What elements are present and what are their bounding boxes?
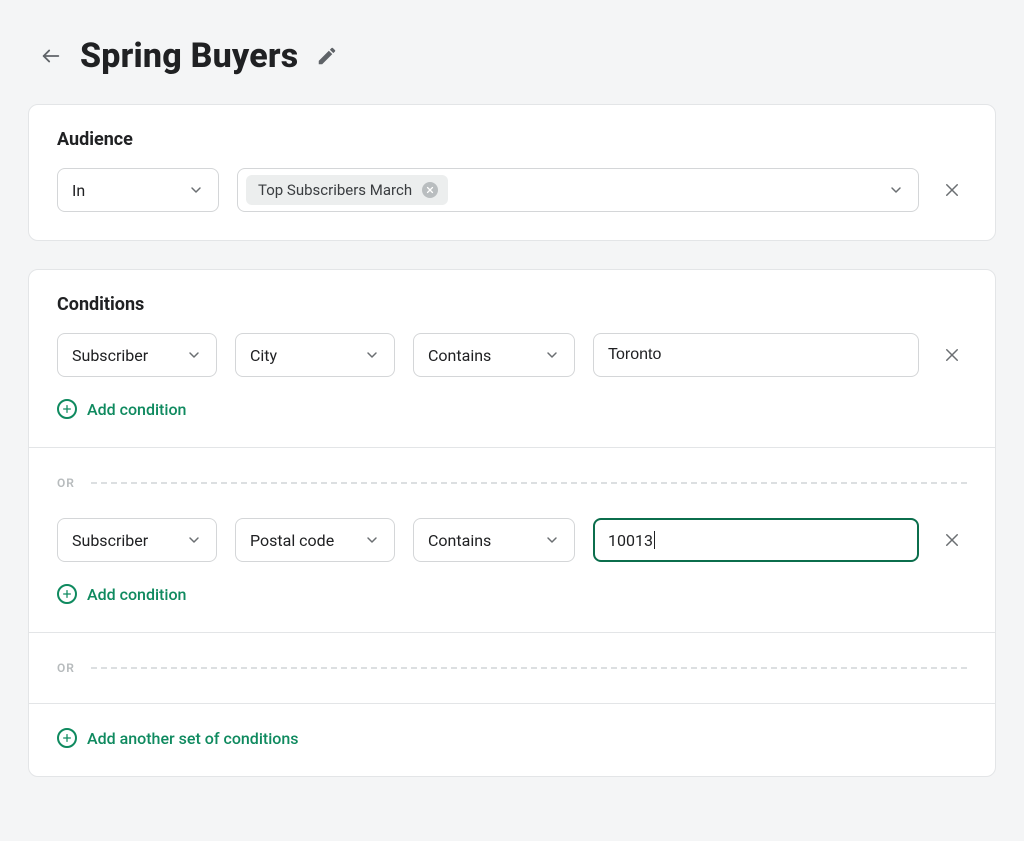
conditions-section-label: Conditions (57, 294, 967, 315)
condition-operator-value: Contains (428, 346, 491, 365)
plus-circle-icon (57, 584, 77, 604)
or-label: OR (57, 661, 75, 675)
chevron-down-icon (186, 532, 202, 548)
divider-line (91, 482, 967, 484)
chevron-down-icon (544, 347, 560, 363)
audience-chip: Top Subscribers March (246, 175, 448, 205)
audience-operator-select[interactable]: In (57, 168, 219, 212)
condition-field-value: Postal code (250, 531, 334, 550)
condition-row: Subscriber Postal code Contains 10013 (57, 518, 967, 562)
audience-card: Audience In Top Subscribers March (28, 104, 996, 241)
add-condition-label: Add condition (87, 400, 186, 419)
chevron-down-icon (364, 347, 380, 363)
conditions-card: Conditions Subscriber City Contains (28, 269, 996, 777)
add-condition-label: Add condition (87, 585, 186, 604)
condition-operator-select[interactable]: Contains (413, 333, 575, 377)
chevron-down-icon (186, 347, 202, 363)
or-divider: OR (29, 632, 995, 675)
page-header: Spring Buyers (28, 36, 996, 76)
condition-value-input[interactable] (593, 333, 919, 377)
divider-line (91, 667, 967, 669)
condition-value-text: 10013 (608, 531, 653, 550)
add-condition-set-button[interactable]: Add another set of conditions (57, 728, 299, 748)
condition-operator-value: Contains (428, 531, 491, 550)
condition-entity-select[interactable]: Subscriber (57, 518, 217, 562)
chevron-down-icon (544, 532, 560, 548)
plus-circle-icon (57, 728, 77, 748)
condition-field-select[interactable]: City (235, 333, 395, 377)
text-caret (654, 531, 655, 549)
condition-operator-select[interactable]: Contains (413, 518, 575, 562)
chevron-down-icon (888, 182, 904, 198)
audience-chip-label: Top Subscribers March (258, 181, 412, 199)
audience-chip-input[interactable]: Top Subscribers March (237, 168, 919, 212)
remove-condition-icon[interactable] (937, 346, 967, 364)
page-title: Spring Buyers (80, 36, 298, 76)
condition-field-select[interactable]: Postal code (235, 518, 395, 562)
condition-entity-select[interactable]: Subscriber (57, 333, 217, 377)
condition-entity-value: Subscriber (72, 531, 148, 550)
audience-section-label: Audience (57, 129, 967, 150)
or-label: OR (57, 476, 75, 490)
condition-value-input[interactable]: 10013 (593, 518, 919, 562)
audience-operator-value: In (72, 181, 85, 200)
back-arrow-icon[interactable] (40, 45, 62, 67)
add-condition-button[interactable]: Add condition (57, 399, 186, 419)
remove-audience-row-icon[interactable] (937, 181, 967, 199)
condition-field-value: City (250, 346, 277, 365)
plus-circle-icon (57, 399, 77, 419)
condition-row: Subscriber City Contains (57, 333, 967, 377)
add-condition-set-label: Add another set of conditions (87, 729, 299, 748)
chevron-down-icon (364, 532, 380, 548)
chevron-down-icon (188, 182, 204, 198)
remove-chip-icon[interactable] (422, 182, 438, 198)
edit-title-icon[interactable] (316, 45, 338, 67)
condition-entity-value: Subscriber (72, 346, 148, 365)
add-condition-button[interactable]: Add condition (57, 584, 186, 604)
remove-condition-icon[interactable] (937, 531, 967, 549)
or-divider: OR (29, 447, 995, 490)
